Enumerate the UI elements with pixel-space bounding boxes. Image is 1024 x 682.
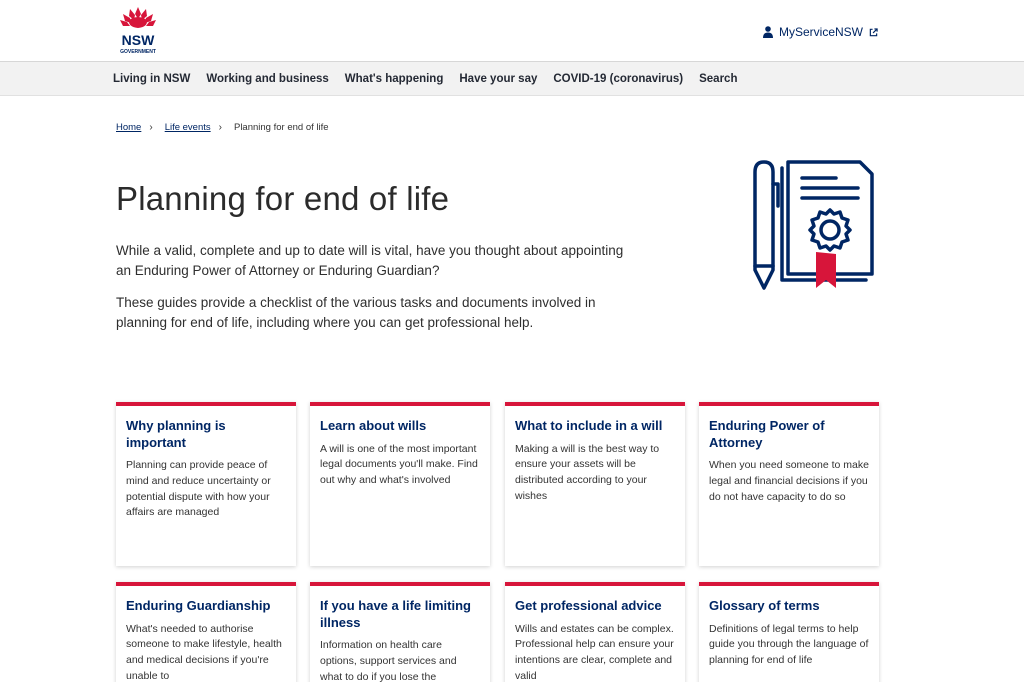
waratah-flower-icon [120, 7, 156, 28]
card-description: Definitions of legal terms to help guide… [709, 622, 869, 667]
chevron-right-icon: › [149, 122, 153, 133]
card-title: Get professional advice [515, 598, 662, 613]
breadcrumb: Home › Life events › Planning for end of… [116, 122, 329, 133]
main-navigation: Living in NSW Working and business What'… [0, 62, 1024, 96]
card-enduring-guardianship[interactable]: Enduring Guardianship What's needed to a… [116, 582, 296, 682]
myservicensw-link[interactable]: MyServiceNSW [762, 23, 878, 41]
myservicensw-label: MyServiceNSW [778, 25, 863, 39]
card-title: If you have a life limiting illness [320, 598, 471, 630]
card-title: Enduring Guardianship [126, 598, 271, 613]
intro-paragraph: These guides provide a checklist of the … [116, 295, 596, 330]
document-with-pen-and-seal-icon [753, 160, 874, 290]
site-header: NSW GOVERNMENT MyServiceNSW [0, 0, 1024, 62]
card-enduring-power-of-attorney[interactable]: Enduring Power of Attorney When you need… [699, 402, 879, 566]
page-title: Planning for end of life [116, 180, 450, 217]
nav-item-whats-happening[interactable]: What's happening [345, 73, 444, 85]
card-description: What's needed to authorise someone to ma… [126, 622, 282, 682]
card-description: Planning can provide peace of mind and r… [126, 459, 271, 519]
card-glossary-of-terms[interactable]: Glossary of terms Definitions of legal t… [699, 582, 879, 682]
card-title: Why planning is important [126, 418, 226, 450]
card-description: Information on health care options, supp… [320, 639, 457, 682]
nav-item-have-your-say[interactable]: Have your say [459, 73, 537, 85]
breadcrumb-current: Planning for end of life [233, 122, 329, 133]
card-get-professional-advice[interactable]: Get professional advice Wills and estate… [505, 582, 685, 682]
card-description: Making a will is the best way to ensure … [515, 442, 660, 502]
logo-text: NSW [122, 32, 155, 48]
chevron-right-icon: › [218, 122, 222, 133]
breadcrumb-home-link[interactable]: Home [116, 122, 141, 133]
card-title: Glossary of terms [709, 598, 820, 613]
nav-item-covid-19[interactable]: COVID-19 (coronavirus) [553, 73, 683, 85]
card-description: A will is one of the most important lega… [320, 442, 478, 487]
card-title: What to include in a will [515, 418, 663, 433]
logo-subtext: GOVERNMENT [120, 49, 156, 55]
breadcrumb-life-events-link[interactable]: Life events [165, 122, 211, 133]
intro-paragraph: While a valid, complete and up to date w… [116, 243, 624, 278]
card-learn-about-wills[interactable]: Learn about wills A will is one of the m… [310, 402, 490, 566]
card-description: When you need someone to make legal and … [709, 459, 869, 503]
person-icon [762, 26, 773, 38]
card-title: Enduring Power of Attorney [709, 418, 825, 450]
card-description: Wills and estates can be complex. Profes… [515, 622, 674, 682]
external-link-icon [869, 27, 878, 36]
card-what-to-include-in-a-will[interactable]: What to include in a will Making a will … [505, 402, 685, 566]
card-life-limiting-illness[interactable]: If you have a life limiting illness Info… [310, 582, 490, 682]
nav-item-search[interactable]: Search [699, 73, 737, 85]
nav-item-living-in-nsw[interactable]: Living in NSW [113, 73, 190, 85]
card-title: Learn about wills [320, 418, 427, 433]
nav-item-working-and-business[interactable]: Working and business [206, 73, 328, 85]
nsw-government-logo[interactable]: NSW GOVERNMENT [113, 5, 163, 57]
card-why-planning-is-important[interactable]: Why planning is important Planning can p… [116, 402, 296, 566]
